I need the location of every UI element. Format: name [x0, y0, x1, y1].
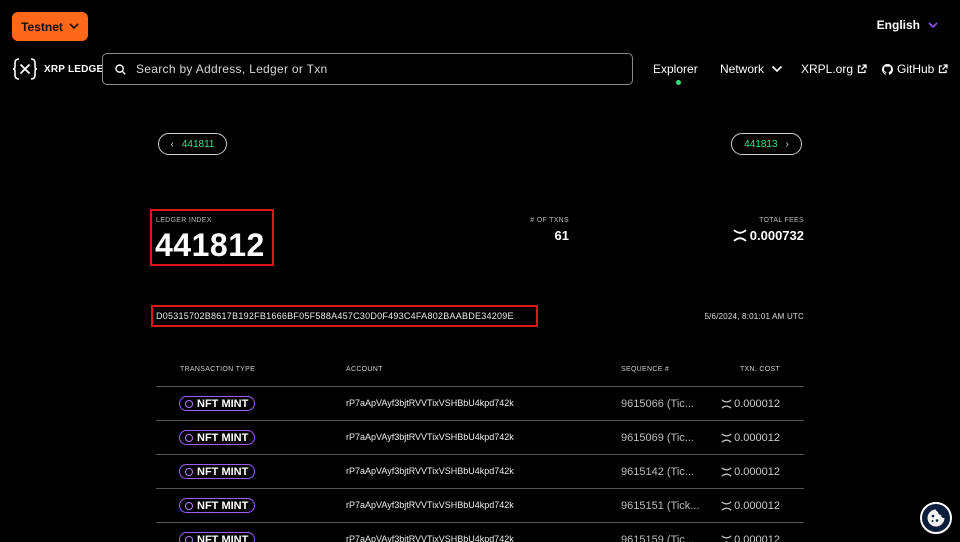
transactions-table-header: TRANSACTION TYPE ACCOUNT SEQUENCE # TXN.…: [156, 358, 804, 387]
active-nav-indicator: [676, 80, 681, 85]
xrp-logo-icon: [12, 58, 38, 80]
txn-cost: 0.000012: [721, 398, 780, 410]
cookie-icon: [927, 509, 945, 527]
previous-ledger-button[interactable]: ‹ 441811: [158, 133, 227, 155]
github-icon: [882, 63, 893, 75]
table-row[interactable]: NFT MINT rP7aApVAyf3bjtRVVTixVSHBbU4kpd7…: [156, 421, 804, 455]
txn-type-badge: NFT MINT: [179, 532, 256, 542]
xrp-icon: [721, 399, 732, 409]
top-bar: Testnet English XRP LEDGER Explorer Netw…: [0, 0, 960, 100]
column-sequence: SEQUENCE #: [621, 366, 670, 373]
account-address[interactable]: rP7aApVAyf3bjtRVVTixVSHBbU4kpd742k: [346, 398, 514, 408]
txn-count-stat: # OF TXNS 61: [530, 217, 569, 243]
nav-xrpl-label: XRPL.org: [801, 62, 854, 76]
txn-type-label: NFT MINT: [197, 533, 249, 542]
sequence-number: 9615066 (Tic...: [621, 398, 694, 410]
chevron-down-icon: [928, 21, 938, 28]
txn-type-badge: NFT MINT: [179, 498, 256, 513]
txn-cost: 0.000012: [721, 534, 780, 542]
xrp-icon: [721, 535, 732, 542]
search-icon: [115, 63, 126, 75]
txn-cost-value: 0.000012: [734, 432, 780, 444]
nav-xrpl-org[interactable]: XRPL.org: [801, 62, 867, 76]
nav-github[interactable]: GitHub: [882, 62, 949, 76]
nav-network-label: Network: [720, 62, 765, 76]
next-ledger-button[interactable]: 441813 ›: [731, 133, 802, 155]
txn-type-label: NFT MINT: [197, 397, 249, 410]
next-ledger-label: 441813: [744, 138, 778, 150]
total-fees-stat: TOTAL FEES 0.000732: [733, 217, 804, 243]
language-label: English: [876, 18, 920, 32]
xrp-ledger-logo[interactable]: XRP LEDGER: [12, 56, 111, 82]
chevron-down-icon: [771, 65, 783, 73]
nav-explorer[interactable]: Explorer: [653, 62, 698, 76]
ledger-index-label: LEDGER INDEX: [156, 217, 212, 224]
column-transaction-type: TRANSACTION TYPE: [180, 366, 256, 373]
search-bar[interactable]: [102, 53, 633, 85]
nav-github-label: GitHub: [897, 62, 935, 76]
txn-count-value: 61: [554, 228, 569, 243]
total-fees-label: TOTAL FEES: [759, 217, 804, 224]
txn-type-badge: NFT MINT: [179, 396, 256, 411]
txn-cost: 0.000012: [721, 466, 780, 478]
chevron-down-icon: [69, 23, 79, 30]
txn-type-badge: NFT MINT: [179, 464, 256, 479]
sequence-number: 9615159 (Tic...: [621, 534, 694, 542]
cookie-settings-button[interactable]: [920, 502, 952, 534]
xrp-icon: [721, 467, 732, 477]
account-address[interactable]: rP7aApVAyf3bjtRVVTixVSHBbU4kpd742k: [346, 500, 514, 510]
table-row[interactable]: NFT MINT rP7aApVAyf3bjtRVVTixVSHBbU4kpd7…: [156, 489, 804, 523]
table-row[interactable]: NFT MINT rP7aApVAyf3bjtRVVTixVSHBbU4kpd7…: [156, 455, 804, 489]
txn-type-badge: NFT MINT: [179, 430, 256, 445]
chevron-right-icon: ›: [785, 138, 789, 150]
status-ring-icon: [185, 433, 193, 442]
sequence-number: 9615069 (Tic...: [621, 432, 694, 444]
table-row[interactable]: NFT MINT rP7aApVAyf3bjtRVVTixVSHBbU4kpd7…: [156, 387, 804, 421]
txn-type-label: NFT MINT: [197, 465, 249, 478]
account-address[interactable]: rP7aApVAyf3bjtRVVTixVSHBbU4kpd742k: [346, 466, 514, 476]
external-link-icon: [857, 64, 867, 74]
logo-text: XRP LEDGER: [44, 63, 111, 75]
previous-ledger-label: 441811: [181, 138, 215, 150]
ledger-index-value: 441812: [155, 227, 265, 263]
txn-type-label: NFT MINT: [197, 499, 249, 512]
xrp-icon: [721, 501, 732, 511]
txn-cost: 0.000012: [721, 432, 780, 444]
txn-cost-value: 0.000012: [734, 466, 780, 478]
status-ring-icon: [185, 501, 193, 510]
column-txn-cost: TXN. COST: [739, 366, 780, 373]
external-link-icon: [939, 64, 949, 74]
status-ring-icon: [185, 535, 193, 542]
network-button-label: Testnet: [21, 19, 63, 34]
ledger-hash: D05315702B8617B192FB1666BF05F588A457C30D…: [156, 311, 514, 321]
sequence-number: 9615151 (Tick...: [621, 500, 700, 512]
txn-count-label: # OF TXNS: [530, 217, 569, 224]
txn-cost-value: 0.000012: [734, 534, 780, 542]
xrp-icon: [733, 229, 747, 242]
column-account: ACCOUNT: [346, 366, 383, 373]
chevron-left-icon: ‹: [170, 138, 174, 150]
close-time: 5/6/2024, 8:01:01 AM UTC: [704, 312, 804, 321]
network-select-button[interactable]: Testnet: [12, 12, 88, 41]
search-input[interactable]: [136, 62, 616, 76]
txn-cost-value: 0.000012: [734, 500, 780, 512]
total-fees-value: 0.000732: [749, 228, 804, 243]
nav-network[interactable]: Network: [720, 62, 783, 76]
status-ring-icon: [185, 467, 193, 476]
table-row[interactable]: NFT MINT rP7aApVAyf3bjtRVVTixVSHBbU4kpd7…: [156, 523, 804, 542]
status-ring-icon: [185, 399, 193, 408]
account-address[interactable]: rP7aApVAyf3bjtRVVTixVSHBbU4kpd742k: [346, 432, 514, 442]
txn-cost: 0.000012: [721, 500, 780, 512]
nav-explorer-label: Explorer: [653, 62, 698, 76]
txn-cost-value: 0.000012: [734, 398, 780, 410]
language-selector[interactable]: English: [877, 18, 938, 32]
account-address[interactable]: rP7aApVAyf3bjtRVVTixVSHBbU4kpd742k: [346, 534, 514, 542]
txn-type-label: NFT MINT: [197, 431, 249, 444]
xrp-icon: [721, 433, 732, 443]
sequence-number: 9615142 (Tic...: [621, 466, 694, 478]
